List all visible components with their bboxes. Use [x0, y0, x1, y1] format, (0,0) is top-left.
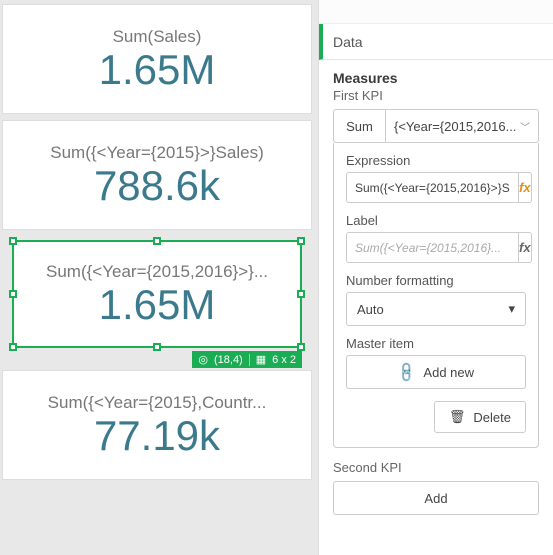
resize-handle[interactable] — [297, 343, 305, 351]
accordion-data[interactable]: Data — [319, 24, 553, 60]
label-input[interactable] — [346, 232, 519, 263]
resize-handle[interactable] — [9, 237, 17, 245]
kpi-card[interactable]: Sum({<Year={2015}>}Sales) 788.6k — [2, 120, 312, 230]
panel-body: Measures First KPI Sum {<Year={2015,2016… — [319, 60, 553, 555]
accordion-label: Data — [333, 34, 363, 50]
number-formatting-select[interactable]: Auto ▾ — [346, 292, 526, 326]
selection-pos: (18,4) — [214, 354, 243, 366]
resize-handle[interactable] — [153, 237, 161, 245]
fx-button[interactable]: fx — [519, 172, 532, 203]
label-field-label: Label — [346, 213, 526, 228]
resize-handle[interactable] — [297, 290, 305, 298]
resize-handle[interactable] — [153, 343, 161, 351]
section-title-measures: Measures — [333, 70, 539, 86]
add-measure-button[interactable]: Add — [333, 481, 539, 515]
measure-picker: Sum {<Year={2015,2016... ﹀ — [333, 109, 539, 143]
resize-handle[interactable] — [297, 237, 305, 245]
kpi-label: Sum({<Year={2015},Countr... — [40, 393, 275, 413]
chevron-down-icon: ▾ — [508, 301, 515, 317]
kpi-card[interactable]: Sum(Sales) 1.65M — [2, 4, 312, 114]
delete-button[interactable]: 🗑 Delete — [434, 401, 526, 433]
kpi-label: Sum({<Year={2015}>}Sales) — [42, 143, 271, 163]
master-item-label: Master item — [346, 336, 526, 351]
first-kpi-label: First KPI — [333, 88, 539, 103]
sheet-canvas[interactable]: Sum(Sales) 1.65M Sum({<Year={2015}>}Sale… — [0, 0, 318, 555]
expression-short: {<Year={2015,2016... — [394, 119, 516, 134]
resize-handle[interactable] — [9, 343, 17, 351]
grid-icon: ▦ — [256, 353, 266, 366]
kpi-value: 1.65M — [99, 49, 216, 91]
resize-handle[interactable] — [9, 290, 17, 298]
expression-field-label: Expression — [346, 153, 526, 168]
kpi-label: Sum(Sales) — [105, 27, 210, 47]
add-new-label: Add new — [423, 365, 474, 380]
panel-top-spacer — [319, 0, 553, 24]
delete-label: Delete — [473, 410, 511, 425]
kpi-label: Sum({<Year={2015,2016}>}... — [38, 262, 276, 282]
second-kpi-label: Second KPI — [333, 460, 539, 475]
selection-badge: ◎ (18,4) ▦ 6 x 2 — [192, 351, 302, 368]
numfmt-value: Auto — [357, 302, 384, 317]
kpi-value: 77.19k — [94, 415, 220, 457]
kpi-value: 1.65M — [99, 284, 216, 326]
expression-dropdown[interactable]: {<Year={2015,2016... ﹀ — [385, 109, 539, 143]
properties-panel: Data Measures First KPI Sum {<Year={2015… — [318, 0, 553, 555]
numfmt-field-label: Number formatting — [346, 273, 526, 288]
measure-details: Expression fx Label fx Number formatting… — [333, 143, 539, 448]
kpi-value: 788.6k — [94, 165, 220, 207]
fx-button[interactable]: fx — [519, 232, 532, 263]
aggregation-button[interactable]: Sum — [333, 109, 385, 143]
kpi-card[interactable]: Sum({<Year={2015},Countr... 77.19k — [2, 370, 312, 480]
trash-icon: 🗑 — [449, 409, 466, 425]
add-label: Add — [424, 491, 447, 506]
add-new-button[interactable]: 🔗 Add new — [346, 355, 526, 389]
kpi-card-selected[interactable]: Sum({<Year={2015,2016}>}... 1.65M ◎ (18,… — [12, 240, 302, 348]
target-icon: ◎ — [198, 353, 208, 366]
selection-size: 6 x 2 — [272, 354, 296, 366]
expression-input[interactable] — [346, 172, 519, 203]
chevron-down-icon: ﹀ — [520, 119, 530, 134]
link-icon: 🔗 — [395, 360, 419, 384]
